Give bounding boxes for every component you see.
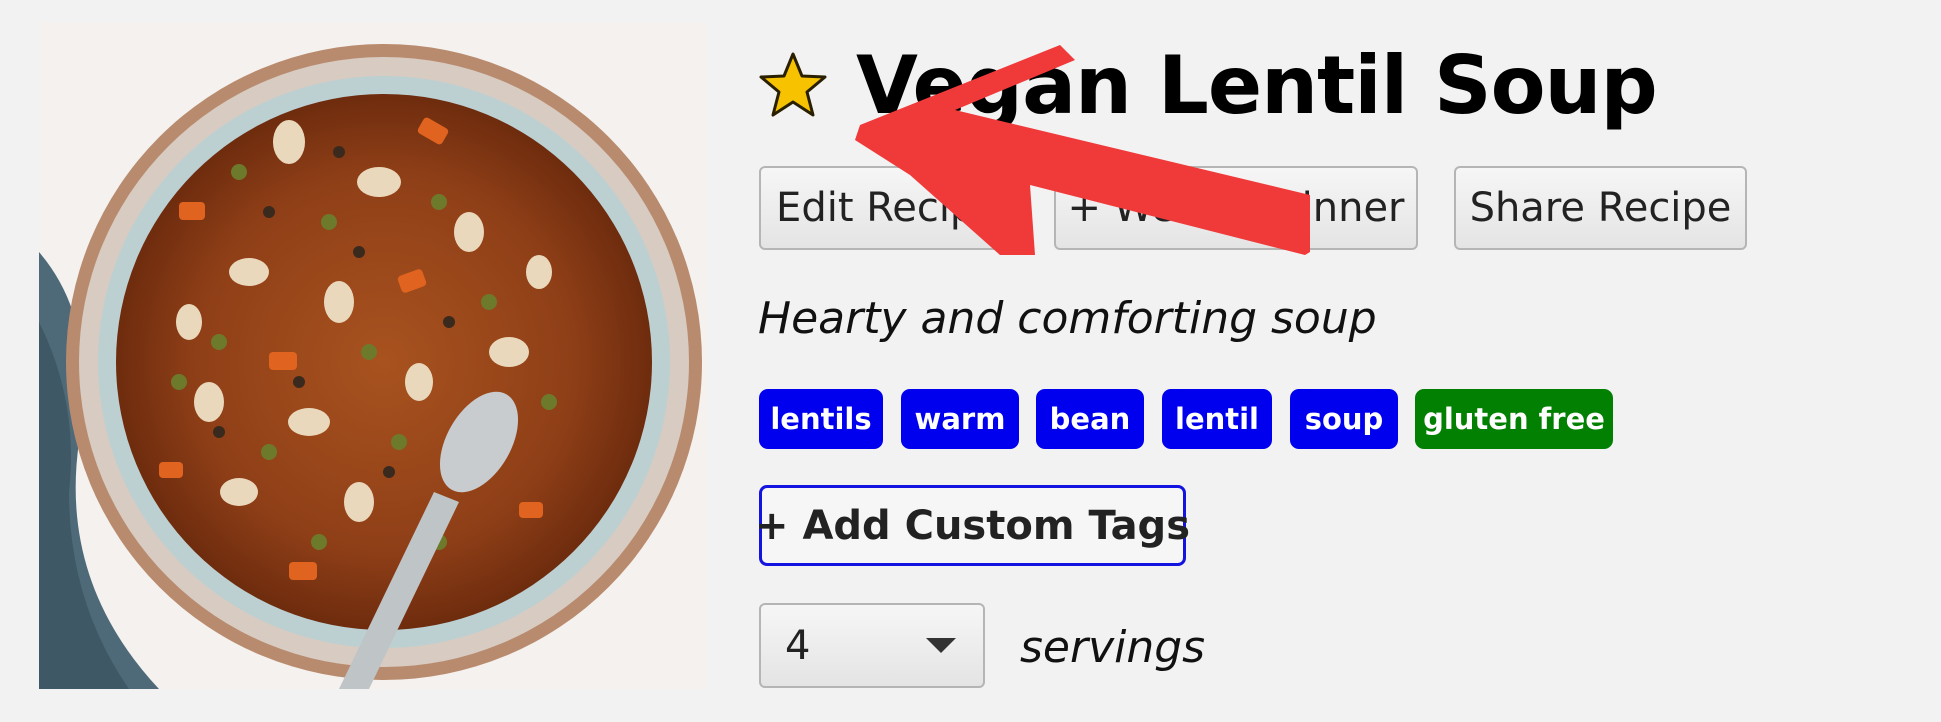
recipe-header: Vegan Lentil Soup: [758, 30, 1658, 140]
servings-label: servings: [1020, 622, 1206, 673]
servings-value: 4: [785, 622, 811, 669]
tag-soup[interactable]: soup: [1290, 389, 1398, 449]
add-weekly-dinner-button[interactable]: + Weekly Dinner: [1054, 166, 1418, 250]
tag-lentil[interactable]: lentil: [1162, 389, 1272, 449]
add-custom-tags-button[interactable]: + Add Custom Tags: [755, 485, 1190, 566]
chevron-down-icon: [926, 638, 956, 653]
servings-select[interactable]: 4: [759, 603, 985, 688]
share-recipe-button[interactable]: Share Recipe: [1454, 166, 1747, 250]
recipe-photo: [39, 22, 706, 689]
tag-lentils[interactable]: lentils: [759, 389, 883, 449]
star-icon[interactable]: [758, 50, 828, 120]
recipe-page: Vegan Lentil Soup Edit Recipe + Weekly D…: [0, 0, 1941, 722]
tag-bean[interactable]: bean: [1036, 389, 1144, 449]
recipe-description: Hearty and comforting soup: [758, 293, 1377, 344]
tag-gluten-free[interactable]: gluten free: [1415, 389, 1613, 449]
tag-warm[interactable]: warm: [901, 389, 1019, 449]
edit-recipe-button[interactable]: Edit Recipe: [759, 166, 1017, 250]
recipe-title: Vegan Lentil Soup: [856, 38, 1658, 132]
